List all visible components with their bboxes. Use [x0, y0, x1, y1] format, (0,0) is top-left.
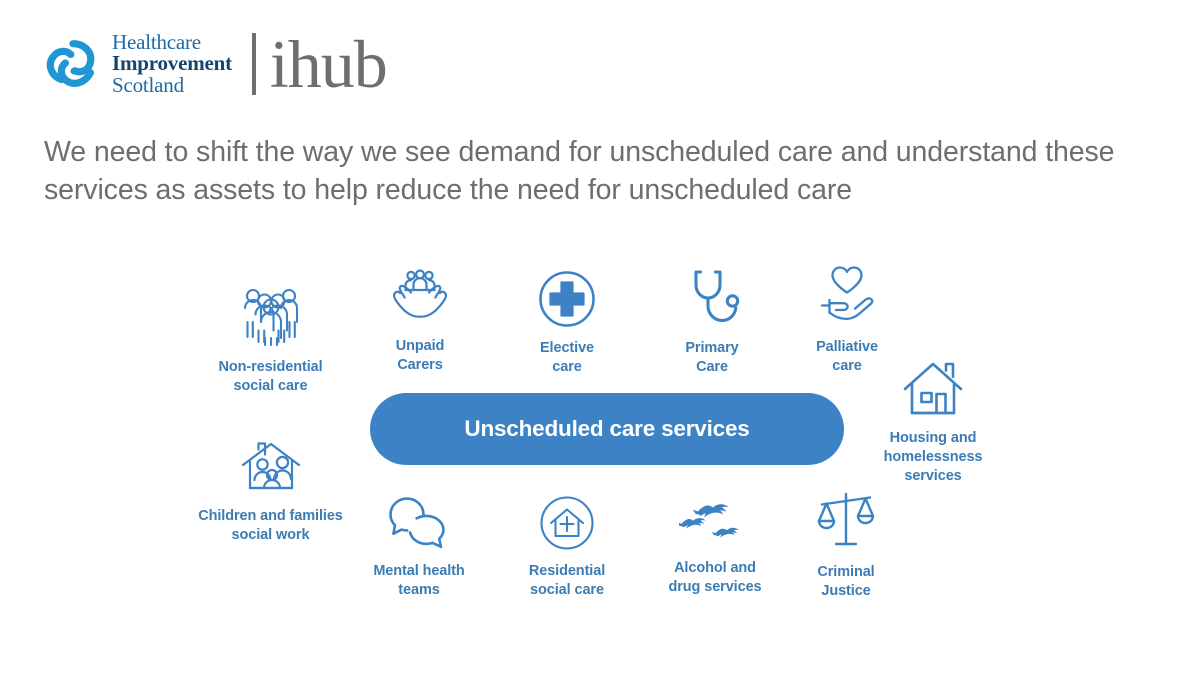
medical-cross-circle-icon [538, 270, 596, 333]
hands-holding-people-icon [389, 268, 451, 331]
unscheduled-care-diagram: Unscheduled care services Non-residentia… [0, 250, 1200, 630]
node-label: Mental health teams [373, 563, 465, 598]
flying-birds-icon [677, 502, 751, 553]
node-label: Criminal Justice [817, 564, 875, 599]
node-label: Non-residential social care [218, 359, 323, 394]
brand-line-healthcare: Healthcare [112, 29, 201, 54]
node-label: Children and families social work [198, 508, 343, 543]
logo-divider [251, 33, 256, 95]
ihub-wordmark: ihub [269, 26, 388, 102]
node-primary-care: Primary Care [668, 268, 756, 377]
node-non-residential-social-care: Non-residential social care [198, 285, 343, 396]
node-housing-and-homelessness-services: Housing and homelessness services [868, 360, 998, 486]
node-residential-social-care: Residential social care [512, 495, 622, 600]
brand-name: Healthcare Improvement Scotland [112, 29, 232, 97]
brand-line-scotland: Scotland [112, 72, 184, 97]
node-children-and-families-social-work: Children and families social work [188, 440, 353, 545]
family-under-roof-icon [238, 440, 304, 501]
unscheduled-care-services-pill: Unscheduled care services [370, 393, 844, 465]
hand-holding-heart-icon [814, 265, 880, 332]
group-of-people-icon [238, 285, 304, 352]
node-mental-health-teams: Mental health teams [363, 495, 475, 600]
node-criminal-justice: Criminal Justice [800, 490, 892, 601]
healthcare-improvement-scotland-knot-icon [42, 33, 104, 95]
node-label: Primary Care [685, 340, 739, 375]
brand-logo: Healthcare Improvement Scotland ihub [42, 26, 388, 102]
node-label: Residential social care [528, 563, 606, 598]
house-icon [902, 360, 964, 423]
house-plus-circle-icon [539, 495, 595, 556]
node-unpaid-carers: Unpaid Carers [376, 268, 464, 375]
brand-line-improvement: Improvement [112, 51, 232, 76]
page-title: We need to shift the way we see demand f… [44, 136, 1115, 206]
scales-of-justice-icon [817, 490, 875, 557]
node-label: Housing and homelessness services [883, 430, 983, 484]
node-elective-care: Elective care [523, 270, 611, 377]
speech-bubbles-icon [388, 495, 450, 556]
stethoscope-icon [684, 268, 740, 333]
node-label: Unpaid Carers [395, 338, 445, 373]
node-alcohol-and-drug-services: Alcohol and drug services [655, 502, 775, 597]
node-label: Alcohol and drug services [668, 560, 762, 595]
node-label: Elective care [539, 340, 594, 375]
pill-label: Unscheduled care services [464, 416, 750, 441]
